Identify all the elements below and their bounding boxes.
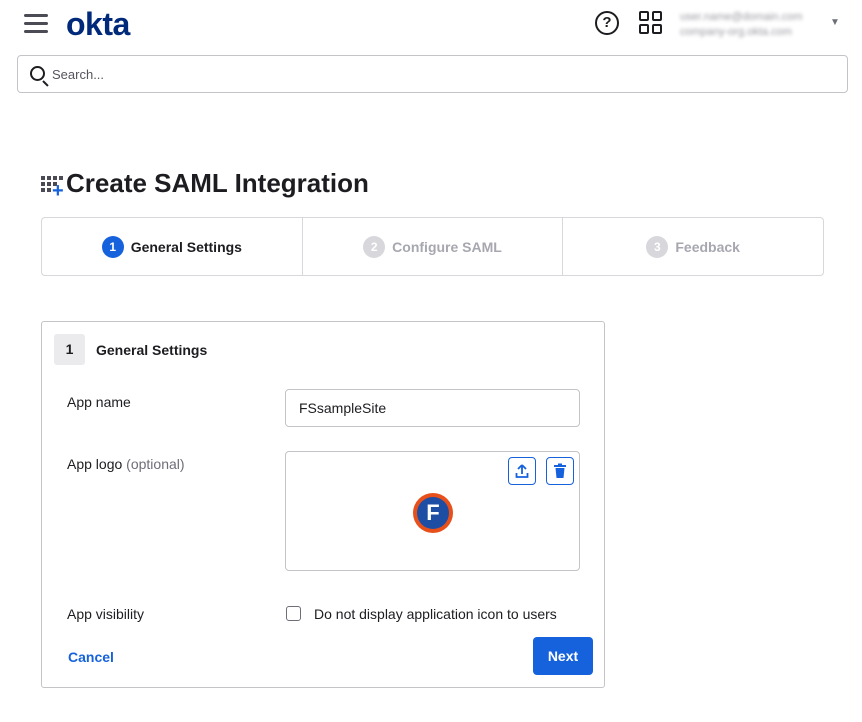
step-label: Feedback — [675, 238, 740, 255]
step-configure-saml: 2 Configure SAML — [301, 218, 563, 275]
upload-logo-button[interactable] — [508, 457, 536, 485]
user-name: user.name@domain.com — [680, 11, 803, 23]
step-number: 3 — [646, 235, 669, 258]
app-logo-label: App logo (optional) — [67, 456, 185, 472]
trash-icon — [554, 463, 566, 478]
page-title: Create SAML Integration — [66, 168, 369, 198]
optional-label: (optional) — [126, 456, 185, 472]
app-name-label: App name — [67, 394, 131, 410]
search-input[interactable] — [52, 56, 832, 92]
cancel-button[interactable]: Cancel — [68, 649, 114, 665]
app-logo-dropzone[interactable]: F — [285, 451, 580, 571]
okta-logo[interactable]: okta — [66, 6, 130, 43]
hide-icon-checkbox[interactable] — [286, 606, 301, 621]
search-bar — [17, 55, 848, 93]
apps-grid-icon[interactable] — [639, 11, 663, 35]
step-number: 1 — [101, 235, 124, 258]
next-button[interactable]: Next — [533, 637, 593, 675]
hamburger-menu-icon[interactable] — [24, 14, 48, 34]
section-title: General Settings — [96, 342, 208, 358]
upload-icon — [515, 464, 529, 478]
app-logo-label-text: App logo — [67, 456, 123, 472]
app-visibility-label: App visibility — [67, 606, 145, 622]
user-menu[interactable]: user.name@domain.com company-org.okta.co… — [680, 10, 822, 40]
delete-logo-button[interactable] — [546, 457, 574, 485]
search-icon — [30, 66, 45, 81]
app-name-input[interactable] — [285, 389, 580, 427]
general-settings-card: 1 General Settings App name App logo (op… — [41, 321, 605, 688]
user-org: company-org.okta.com — [680, 26, 792, 38]
hide-icon-checkbox-label[interactable]: Do not display application icon to users — [314, 606, 557, 622]
app-logo-image: F — [413, 493, 453, 533]
step-feedback: 3 Feedback — [562, 218, 823, 275]
step-label: General Settings — [130, 238, 242, 255]
step-number: 2 — [363, 235, 386, 258]
chevron-down-icon[interactable]: ▼ — [830, 17, 840, 28]
step-label: Configure SAML — [392, 238, 502, 255]
help-icon[interactable]: ? — [595, 11, 619, 35]
wizard-stepper: 1 General Settings 2 Configure SAML 3 Fe… — [41, 217, 824, 276]
plus-icon: + — [52, 180, 64, 202]
section-number: 1 — [54, 334, 85, 365]
step-general-settings: 1 General Settings — [42, 218, 302, 275]
app-logo-letter: F — [417, 497, 449, 529]
